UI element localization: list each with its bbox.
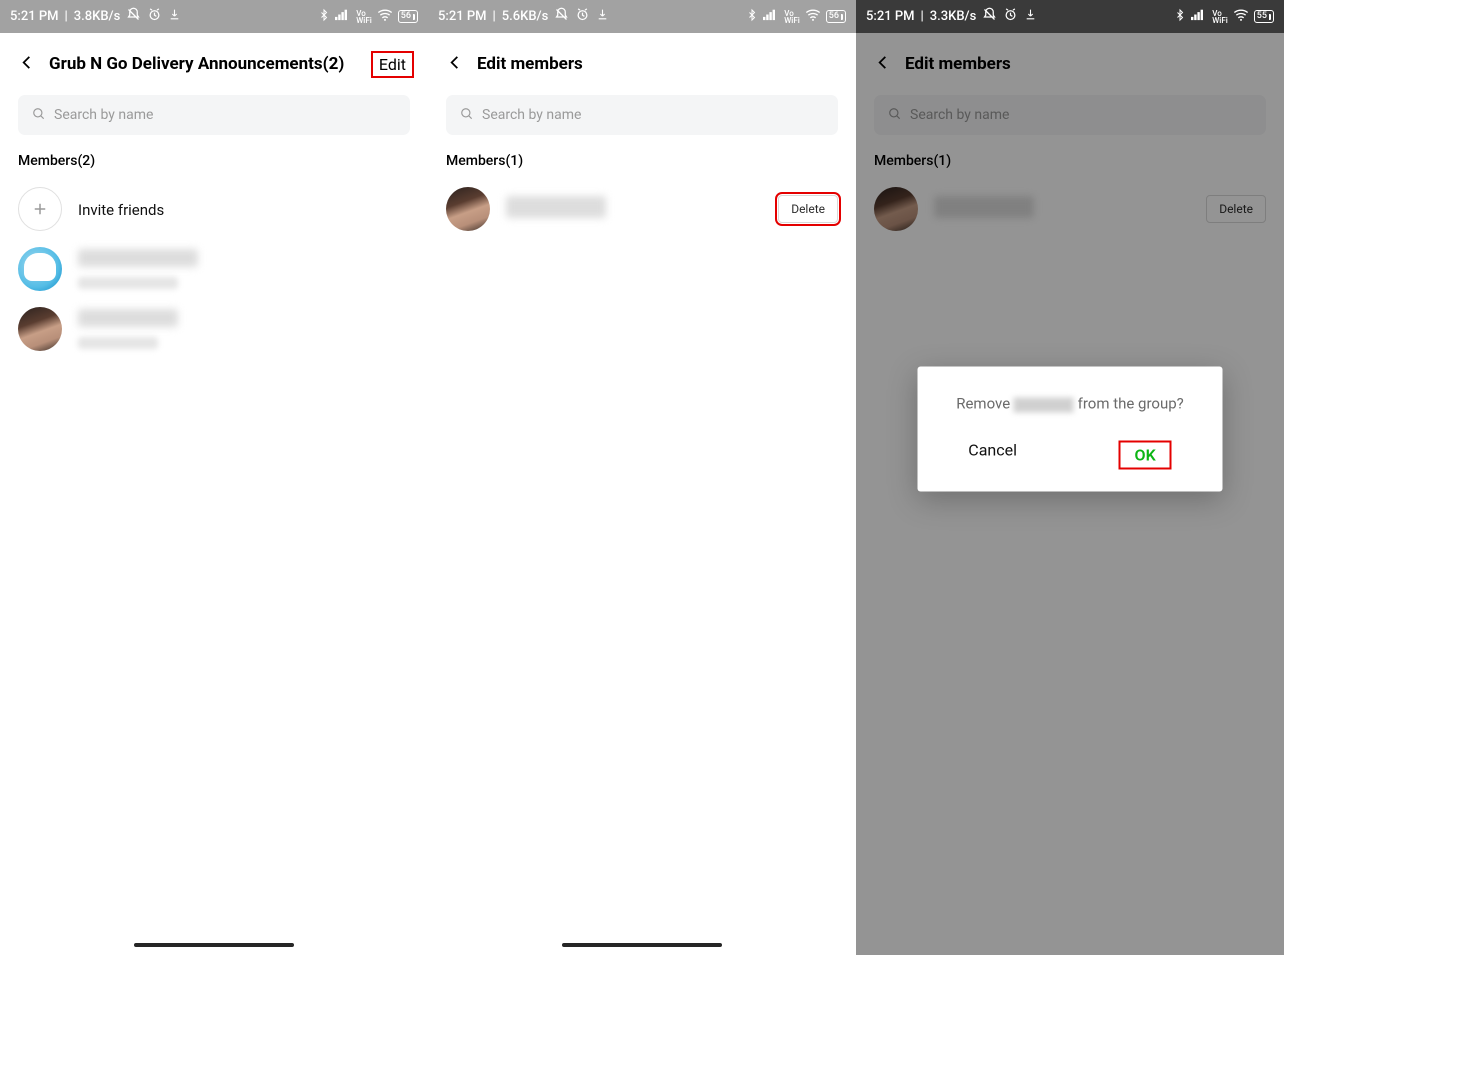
search-icon	[32, 106, 46, 125]
signal-icon	[335, 8, 351, 25]
search-box[interactable]	[18, 95, 410, 135]
battery-icon: 55	[1254, 10, 1274, 23]
search-box[interactable]	[446, 95, 838, 135]
signal-icon	[1191, 8, 1207, 25]
mute-icon	[982, 7, 997, 26]
member-name-redacted	[78, 249, 198, 267]
download-icon	[168, 8, 181, 25]
battery-icon: 56	[826, 10, 846, 23]
battery-icon: 56	[398, 10, 418, 23]
avatar	[18, 307, 62, 351]
search-input[interactable]	[482, 107, 824, 123]
dialog-message: Remove from the group?	[918, 367, 1223, 433]
cancel-button[interactable]: Cancel	[968, 441, 1017, 470]
status-time: 5:21 PM	[866, 9, 915, 24]
alarm-icon	[1003, 7, 1018, 26]
member-row: Delete	[428, 179, 856, 239]
screen-confirm-remove: 5:21 PM | 3.3KB/s VoWiFi 55 Edit members…	[856, 0, 1284, 955]
download-icon	[1024, 8, 1037, 25]
download-icon	[596, 8, 609, 25]
page-title: Edit members	[477, 54, 838, 74]
invite-friends-row[interactable]: Invite friends	[0, 179, 428, 239]
bluetooth-icon	[746, 8, 758, 26]
status-speed: 3.8KB/s	[74, 9, 121, 24]
status-speed: 3.3KB/s	[930, 9, 977, 24]
screen-members-list: 5:21 PM | 3.8KB/s VoWiFi 56 Grub N Go De…	[0, 0, 428, 955]
search-input[interactable]	[54, 107, 396, 123]
member-name-redacted	[78, 309, 178, 327]
avatar	[446, 187, 490, 231]
status-time: 5:21 PM	[438, 9, 487, 24]
home-indicator[interactable]	[562, 943, 722, 947]
delete-button[interactable]: Delete	[778, 195, 838, 223]
edit-button[interactable]: Edit	[371, 51, 414, 78]
vowifi-icon: VoWiFi	[784, 10, 800, 24]
wifi-icon	[805, 8, 821, 25]
member-sub-redacted	[78, 337, 158, 349]
member-row[interactable]	[0, 239, 428, 299]
alarm-icon	[575, 7, 590, 26]
members-count: Members(2)	[0, 135, 428, 179]
back-icon[interactable]	[446, 54, 463, 75]
vowifi-icon: VoWiFi	[1212, 10, 1228, 24]
member-name-redacted	[506, 196, 606, 218]
home-indicator[interactable]	[134, 943, 294, 947]
app-bar: Grub N Go Delivery Announcements(2) Edit	[0, 33, 428, 95]
app-bar: Edit members	[428, 33, 856, 95]
mute-icon	[554, 7, 569, 26]
alarm-icon	[147, 7, 162, 26]
vowifi-icon: VoWiFi	[356, 10, 372, 24]
modal-backdrop[interactable]	[856, 33, 1284, 955]
status-time: 5:21 PM	[10, 9, 59, 24]
confirm-dialog: Remove from the group? Cancel OK	[918, 367, 1223, 492]
member-name-redacted	[1014, 397, 1074, 412]
member-row[interactable]	[0, 299, 428, 359]
back-icon[interactable]	[18, 54, 35, 75]
status-speed: 5.6KB/s	[502, 9, 549, 24]
invite-label: Invite friends	[78, 201, 164, 219]
signal-icon	[763, 8, 779, 25]
wifi-icon	[377, 8, 393, 25]
search-icon	[460, 106, 474, 125]
ok-button[interactable]: OK	[1119, 441, 1172, 470]
members-count: Members(1)	[428, 135, 856, 179]
wifi-icon	[1233, 8, 1249, 25]
status-bar: 5:21 PM | 3.3KB/s VoWiFi 55	[856, 0, 1284, 33]
mute-icon	[126, 7, 141, 26]
avatar	[18, 247, 62, 291]
status-bar: 5:21 PM | 5.6KB/s VoWiFi 56	[428, 0, 856, 33]
status-bar: 5:21 PM | 3.8KB/s VoWiFi 56	[0, 0, 428, 33]
bluetooth-icon	[318, 8, 330, 26]
plus-icon	[18, 187, 62, 231]
member-sub-redacted	[78, 277, 178, 289]
page-title: Grub N Go Delivery Announcements(2)	[49, 54, 357, 74]
bluetooth-icon	[1174, 8, 1186, 26]
screen-edit-members: 5:21 PM | 5.6KB/s VoWiFi 56 Edit members…	[428, 0, 856, 955]
